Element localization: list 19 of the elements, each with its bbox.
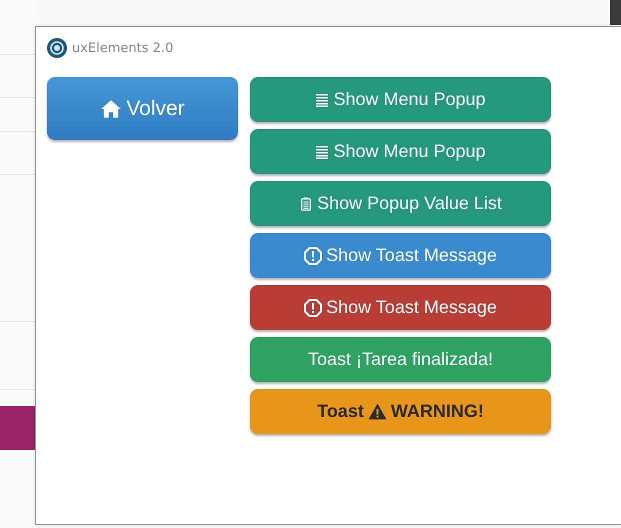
action-button[interactable]: Show Menu Popup <box>250 129 551 174</box>
clipboard-icon <box>299 196 314 210</box>
alert-icon <box>304 246 322 264</box>
back-button[interactable]: Volver <box>47 77 238 140</box>
action-button[interactable]: Show Toast Message <box>250 233 551 278</box>
action-button[interactable]: Show Toast Message <box>250 285 551 330</box>
action-button[interactable]: Show Menu Popup <box>250 77 551 122</box>
action-button[interactable]: Show Popup Value List <box>250 181 551 226</box>
action-button[interactable]: Toast ¡Tarea finalizada! <box>250 337 551 382</box>
warning-icon <box>368 403 387 420</box>
menu-icon <box>315 144 330 158</box>
menu-icon <box>315 92 330 106</box>
app-logo-icon <box>47 38 67 58</box>
highlight-bar <box>0 406 36 450</box>
home-icon <box>100 98 122 118</box>
action-button[interactable]: Toast WARNING! <box>250 389 551 434</box>
scrollbar-edge <box>610 0 621 25</box>
alert-icon <box>304 298 322 316</box>
window-title: uxElements 2.0 <box>72 40 174 56</box>
